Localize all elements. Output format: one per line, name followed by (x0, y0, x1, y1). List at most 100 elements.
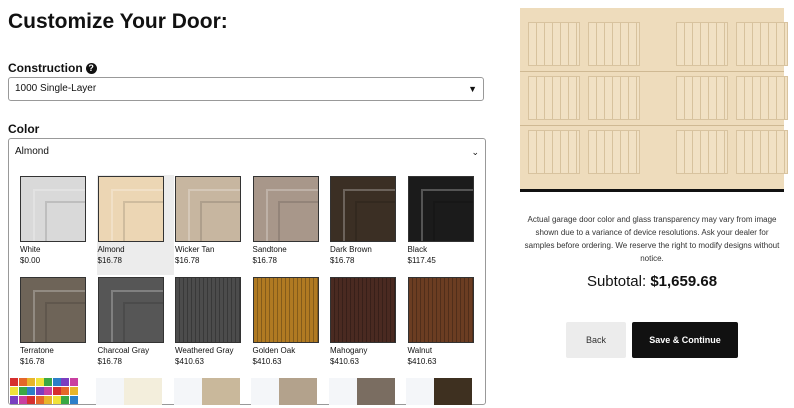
custom-color-palette-icon[interactable] (10, 378, 80, 408)
palette-cell (35, 396, 44, 404)
color-swatch[interactable] (328, 378, 395, 405)
palette-cell (44, 387, 52, 395)
color-swatch[interactable]: White $0.00 (19, 175, 96, 275)
swatch-chip (330, 176, 396, 242)
swatch-name: Terratone (20, 346, 54, 355)
door-panel (736, 76, 788, 120)
color-swatch[interactable]: Black $117.45 (407, 175, 484, 275)
door-panel (588, 130, 640, 174)
door-panel (676, 22, 728, 66)
palette-cell (52, 396, 61, 404)
construction-label: Construction? (8, 61, 97, 75)
palette-cell (35, 378, 44, 386)
swatch-price: $16.78 (97, 256, 122, 265)
door-preview-image (520, 8, 788, 192)
subtotal: Subtotal: $1,659.68 (520, 273, 784, 290)
palette-cell (27, 387, 35, 395)
palette-cell (27, 396, 35, 404)
color-swatch[interactable]: Mahogany $410.63 (329, 276, 406, 376)
color-swatch-panel: Almond ⌄ White $0.00 Almond $16.78 Wicker Ta… (8, 138, 486, 405)
color-swatch[interactable]: Golden Oak $410.63 (252, 276, 329, 376)
swatch-chip (97, 277, 164, 343)
subtotal-value: $1,659.68 (650, 273, 718, 290)
swatch-chip (252, 176, 319, 242)
door-section-seam (520, 71, 784, 72)
swatch-name: Black (407, 245, 428, 254)
color-select-value: Almond (15, 146, 49, 157)
palette-cell (10, 387, 18, 395)
swatch-chip (20, 176, 86, 242)
palette-cell (18, 396, 27, 404)
door-panel (528, 22, 580, 66)
palette-cell (69, 396, 78, 404)
color-swatch[interactable]: Sandtone $16.78 (252, 175, 329, 275)
palette-cell (61, 378, 69, 386)
swatch-name: Dark Brown (330, 245, 372, 254)
swatch-name: Almond (97, 245, 125, 254)
door-panel (736, 22, 788, 66)
color-swatch[interactable]: Almond $16.78 (96, 175, 174, 275)
swatch-price: $16.78 (175, 256, 200, 265)
color-swatch[interactable] (406, 378, 472, 405)
door-panel (676, 76, 728, 120)
subtotal-label: Subtotal: (586, 273, 647, 290)
swatch-price: $16.78 (330, 256, 355, 265)
construction-label-text: Construction (8, 61, 83, 75)
color-swatch[interactable]: Dark Brown $16.78 (329, 175, 406, 275)
question-circle-icon[interactable]: ? (85, 63, 97, 74)
door-panel-row (528, 76, 788, 120)
palette-cell (52, 387, 61, 395)
door-section-seam (520, 125, 784, 126)
swatch-chip (175, 277, 241, 343)
door-panel (676, 130, 728, 174)
palette-cell (35, 387, 44, 395)
swatch-name: Mahogany (330, 346, 368, 355)
swatch-chip (20, 277, 86, 343)
swatch-chip (252, 277, 319, 343)
swatch-name: Wicker Tan (175, 245, 215, 254)
construction-select-value: 1000 Single-Layer (15, 83, 97, 94)
construction-select[interactable]: 1000 Single-Layer ▼ (8, 77, 484, 101)
door-panel (588, 76, 640, 120)
swatch-chip (175, 176, 241, 242)
color-swatch[interactable]: Weathered Gray $410.63 (174, 276, 251, 376)
swatch-name: Golden Oak (252, 346, 296, 355)
swatch-price: $410.63 (175, 357, 204, 366)
swatch-price: $410.63 (252, 357, 282, 366)
swatch-price: $16.78 (97, 357, 122, 366)
swatch-name: Walnut (407, 346, 433, 355)
color-swatch[interactable] (251, 378, 317, 405)
door-panel (736, 130, 788, 174)
preview-disclaimer: Actual garage door color and glass trans… (524, 215, 780, 263)
swatch-chip (407, 176, 474, 242)
door-panel (528, 76, 580, 120)
color-swatch[interactable]: Terratone $16.78 (19, 276, 96, 376)
palette-cell (61, 396, 69, 404)
color-swatch[interactable]: Charcoal Gray $16.78 (97, 276, 174, 376)
swatch-name: Sandtone (252, 245, 287, 254)
swatch-name: Charcoal Gray (97, 346, 150, 355)
palette-cell (18, 387, 27, 395)
palette-cell (69, 378, 78, 386)
color-select[interactable]: Almond ⌄ (9, 139, 485, 165)
swatch-chip (330, 277, 396, 343)
palette-cell (69, 387, 78, 395)
door-panel-row (528, 130, 788, 174)
swatch-price: $117.45 (407, 256, 436, 265)
palette-cell (44, 378, 52, 386)
color-swatch[interactable]: Wicker Tan $16.78 (174, 175, 251, 275)
palette-cell (52, 378, 61, 386)
swatch-chip (407, 277, 474, 343)
palette-cell (44, 396, 52, 404)
swatch-name: White (20, 245, 41, 254)
save-continue-button[interactable]: Save & Continue (632, 322, 738, 358)
swatch-price: $16.78 (252, 256, 277, 265)
color-label: Color (8, 122, 40, 136)
palette-cell (18, 378, 27, 386)
color-swatch[interactable] (173, 378, 240, 405)
palette-cell (27, 378, 35, 386)
color-swatch[interactable]: Walnut $410.63 (407, 276, 484, 376)
chevron-up-icon: ⌄ (471, 147, 479, 157)
back-button[interactable]: Back (566, 322, 626, 358)
color-swatch[interactable] (96, 378, 162, 405)
